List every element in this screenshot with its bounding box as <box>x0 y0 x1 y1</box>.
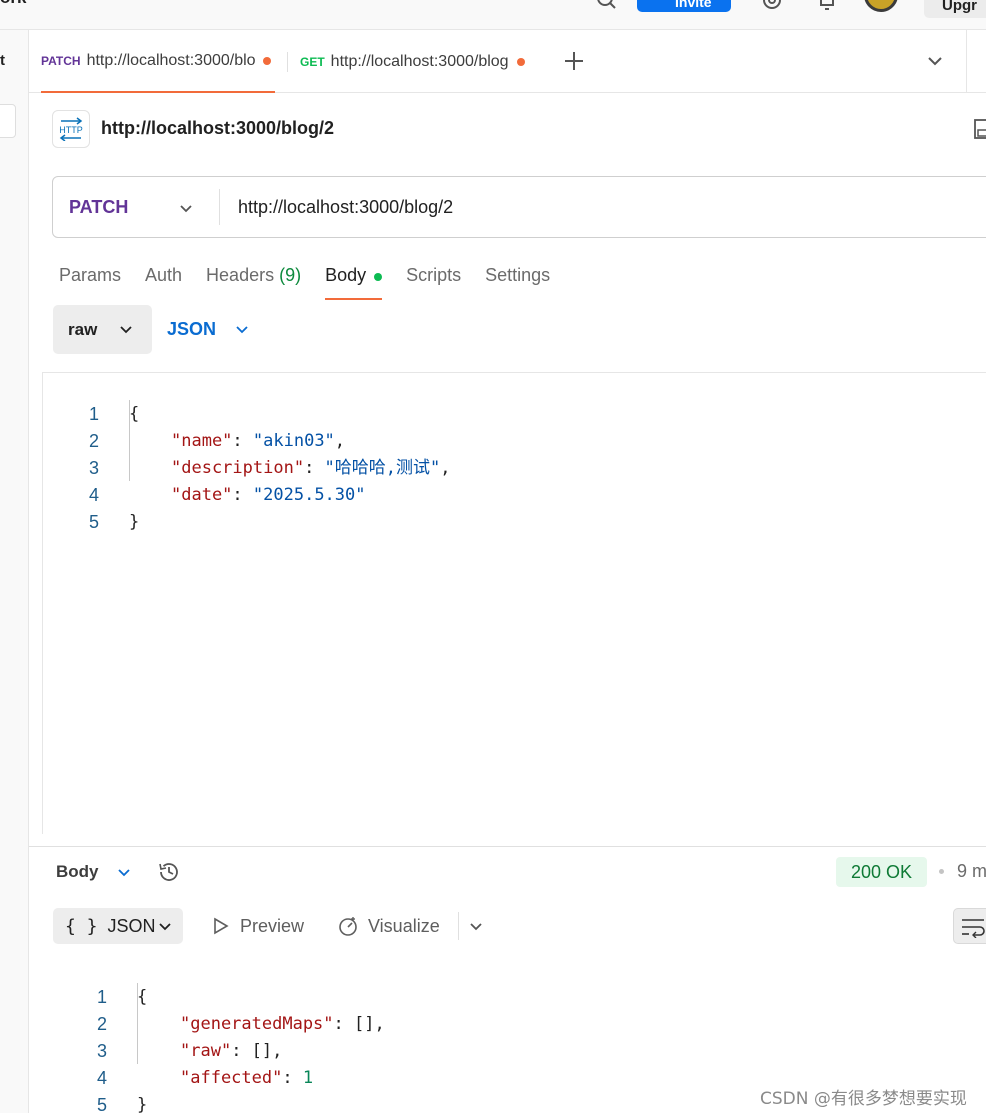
separator-dot <box>939 869 944 874</box>
tab-body[interactable]: Body <box>325 262 383 300</box>
upgrade-button[interactable]: Upgr <box>924 0 986 18</box>
tab-headers[interactable]: Headers (9) <box>206 262 301 300</box>
braces-icon: { } <box>65 915 98 937</box>
request-title[interactable]: http://localhost:3000/blog/2 <box>101 118 334 139</box>
chevron-down-icon[interactable] <box>115 863 133 881</box>
play-icon <box>214 917 229 935</box>
plus-icon[interactable] <box>562 49 586 73</box>
search-icon[interactable] <box>595 0 617 10</box>
visualize-button[interactable]: Visualize <box>337 912 440 940</box>
tab-patch-blog-2[interactable]: PATCH http://localhost:3000/blog/2 <box>41 30 275 93</box>
response-format-value: JSON <box>107 915 156 936</box>
chevron-down-icon[interactable] <box>926 52 944 70</box>
sidebar-search-input[interactable] <box>0 104 16 138</box>
history-icon[interactable] <box>157 860 181 884</box>
chevron-down-icon <box>180 205 192 213</box>
bell-icon[interactable] <box>815 0 839 12</box>
response-divider[interactable] <box>29 846 986 847</box>
http-icon: HTTP <box>59 117 83 141</box>
url-bar-divider <box>219 189 220 225</box>
tab-get-blog[interactable]: GET http://localhost:3000/blog <box>300 30 544 93</box>
tab-method: GET <box>300 54 325 69</box>
chevron-down-icon[interactable] <box>467 917 485 935</box>
svg-text:HTTP: HTTP <box>59 125 83 135</box>
tab-auth[interactable]: Auth <box>145 262 182 300</box>
body-language-select[interactable]: JSON <box>167 305 267 354</box>
tab-url: http://localhost:3000/blog/2 <box>86 51 255 69</box>
body-mode-value: raw <box>68 319 98 339</box>
toolbar-divider <box>458 912 459 940</box>
tab-url: http://localhost:3000/blog <box>330 52 509 70</box>
method-select[interactable]: PATCH <box>53 177 219 237</box>
avatar[interactable] <box>864 0 898 12</box>
unsaved-dot-icon <box>516 57 525 66</box>
gear-icon[interactable] <box>760 0 784 12</box>
code-line: 4 "date": "2025.5.30" <box>88 485 366 505</box>
tab-settings[interactable]: Settings <box>485 262 550 300</box>
headers-count: (9) <box>279 265 302 285</box>
response-format-select[interactable]: { } JSON <box>53 908 183 944</box>
code-line: 3 "raw": [], <box>96 1041 283 1061</box>
url-input[interactable] <box>238 177 978 237</box>
wrap-lines-icon <box>962 919 985 938</box>
tabbar-divider <box>966 30 967 93</box>
code-line: 2 "generatedMaps": [], <box>96 1014 385 1034</box>
code-line: 5} <box>88 512 140 532</box>
method-value: PATCH <box>69 196 129 217</box>
request-section-tabs: Params Auth Headers (9) Body Scripts Sett… <box>59 262 574 302</box>
body-indicator-dot-icon <box>374 273 383 281</box>
tab-divider <box>287 52 288 72</box>
request-tab-bar: PATCH http://localhost:3000/blog/2 GET h… <box>29 30 986 93</box>
tab-params[interactable]: Params <box>59 262 121 300</box>
body-mode-select[interactable]: raw <box>53 305 152 354</box>
response-time[interactable]: 9 m <box>957 861 986 882</box>
save-icon[interactable] <box>972 118 986 140</box>
code-line: 2 "name": "akin03", <box>88 431 346 451</box>
tab-scripts[interactable]: Scripts <box>406 262 461 300</box>
chevron-down-icon <box>236 326 248 334</box>
code-line: 1{ <box>96 987 148 1007</box>
response-section-label[interactable]: Body <box>56 862 99 882</box>
chevron-down-icon <box>120 326 132 334</box>
chevron-down-icon <box>159 923 171 931</box>
status-badge[interactable]: 200 OK <box>836 857 927 887</box>
top-header: ork Invite Upgr <box>0 0 986 30</box>
body-language-value: JSON <box>167 319 217 339</box>
code-line: 4 "affected": 1 <box>96 1068 314 1088</box>
visualize-icon <box>339 917 357 936</box>
url-bar: PATCH <box>52 176 986 238</box>
sidebar: t <box>0 30 29 1113</box>
watermark: CSDN @有很多梦想要实现 <box>760 1089 967 1109</box>
code-line: 1{ <box>88 404 140 424</box>
workspace-name[interactable]: ork <box>0 0 26 8</box>
preview-button[interactable]: Preview <box>209 912 304 940</box>
tab-method: PATCH <box>41 53 81 68</box>
http-request-icon: HTTP <box>52 110 90 148</box>
invite-button[interactable]: Invite <box>637 0 731 12</box>
sidebar-label[interactable]: t <box>0 52 5 69</box>
wrap-lines-button[interactable] <box>953 908 986 944</box>
code-line: 3 "description": "哈哈哈,测试", <box>88 458 451 478</box>
request-body-editor[interactable]: 1{ 2 "name": "akin03", 3 "description": "哈… <box>42 372 986 834</box>
unsaved-dot-icon <box>262 56 271 65</box>
